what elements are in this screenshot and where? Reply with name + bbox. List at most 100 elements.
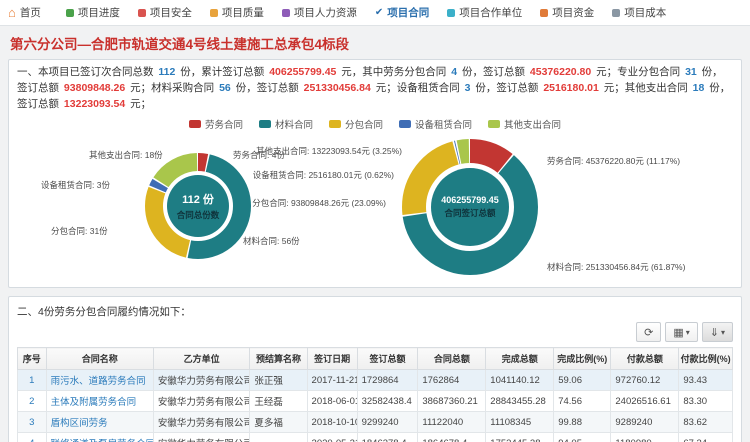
- column-header[interactable]: 合同名称: [46, 348, 153, 370]
- contract-name-link[interactable]: 盾构区间劳务: [46, 412, 153, 433]
- contract-count-link[interactable]: 112: [156, 66, 177, 78]
- cell: [250, 433, 307, 442]
- table-row: 4联络通道及泵房劳务合同安徽华力劳务有限公司2020-05-211846378.…: [18, 433, 733, 442]
- column-header[interactable]: 完成总额: [486, 348, 554, 370]
- column-header[interactable]: 完成比例(%): [554, 348, 611, 370]
- summary-text: 元；专业分包合同: [593, 66, 683, 78]
- column-header[interactable]: 序号: [18, 348, 47, 370]
- cell: 28843455.28: [486, 391, 554, 412]
- funds-icon: [540, 9, 548, 17]
- table-row: 2主体及附属劳务合同安徽华力劳务有限公司王经磊2018-06-013258243…: [18, 391, 733, 412]
- column-header[interactable]: 乙方单位: [153, 348, 250, 370]
- legend-swatch: [259, 120, 271, 128]
- cell: 2017-11-21: [307, 370, 357, 391]
- nav-home-label: 首页: [20, 5, 41, 20]
- cell: 1762864: [418, 370, 486, 391]
- summary-text: 份，累计签订总额: [177, 66, 267, 78]
- tab-hr[interactable]: 项目人力资源: [273, 0, 366, 25]
- section-heading: 二、4份劳务分包合同履约情况如下：: [17, 304, 733, 319]
- tab-quality[interactable]: 项目质量: [201, 0, 273, 25]
- row-index[interactable]: 1: [18, 370, 47, 391]
- contract-amount-value: 251330456.84: [302, 82, 373, 94]
- summary-text: 元；: [127, 98, 151, 110]
- column-header[interactable]: 合同总额: [418, 348, 486, 370]
- table-toolbar: ⟳ ▦ ▾ ⇓ ▾: [17, 322, 733, 342]
- contract-name-link[interactable]: 雨污水、道路劳务合同: [46, 370, 153, 391]
- contract-count-link[interactable]: 3: [463, 82, 473, 94]
- legend-label: 材料合同: [275, 117, 313, 131]
- export-button[interactable]: ⇓ ▾: [702, 322, 733, 342]
- cell: 安徽华力劳务有限公司: [153, 391, 250, 412]
- summary-text: 元；设备租赁合同: [373, 82, 463, 94]
- contract-count-link[interactable]: 31: [683, 66, 699, 78]
- legend-item[interactable]: 其他支出合同: [488, 117, 561, 131]
- column-header[interactable]: 预结算名称: [250, 348, 307, 370]
- contract-name-link[interactable]: 主体及附属劳务合同: [46, 391, 153, 412]
- row-index[interactable]: 4: [18, 433, 47, 442]
- nav-home[interactable]: ⌂ 首页: [8, 5, 41, 20]
- tab-label: 项目安全: [150, 5, 192, 20]
- pie-label: 设备租赁合同: 2516180.01元 (0.62%): [239, 169, 394, 181]
- tab-cost[interactable]: 项目成本: [603, 0, 675, 25]
- charts-row: 112 份 合同总份数 406255799.45 合同签订总额 劳务合同: 4份…: [17, 133, 733, 285]
- row-index[interactable]: 2: [18, 391, 47, 412]
- cell: 安徽华力劳务有限公司: [153, 370, 250, 391]
- legend-item[interactable]: 材料合同: [259, 117, 313, 131]
- quality-icon: [210, 9, 218, 17]
- column-header[interactable]: 付款总额: [611, 348, 679, 370]
- pie-label: 分包合同: 93809848.26元 (23.09%): [231, 197, 386, 209]
- table-row: 1雨污水、道路劳务合同安徽华力劳务有限公司张正强2017-11-21172986…: [18, 370, 733, 391]
- cell: 67.34: [679, 433, 733, 442]
- cell: 1846378.4: [357, 433, 418, 442]
- summary-text: 元；其他支出合同: [601, 82, 691, 94]
- page: ⌂ 首页 项目进度 项目安全项目质量 项目人力资源 ✔ 项目合同项目合作单位项目资金项目…: [0, 0, 750, 442]
- legend-item[interactable]: 劳务合同: [189, 117, 243, 131]
- contract-name-link[interactable]: 联络通道及泵房劳务合同: [46, 433, 153, 442]
- tab-label: 项目进度: [78, 5, 120, 20]
- cell: 83.30: [679, 391, 733, 412]
- summary-text: 份，签订总额: [459, 66, 528, 78]
- progress-icon: [66, 9, 74, 17]
- nav-tabs: 项目进度 项目安全项目质量 项目人力资源 ✔ 项目合同项目合作单位项目资金项目成本: [57, 0, 675, 25]
- cell: 1864678.4: [418, 433, 486, 442]
- refresh-button[interactable]: ⟳: [636, 322, 661, 342]
- contract-amount-chart: 406255799.45 合同签订总额: [402, 139, 538, 275]
- tab-contract[interactable]: ✔ 项目合同: [366, 0, 438, 25]
- column-header[interactable]: 签订日期: [307, 348, 357, 370]
- cell: 24026516.61: [611, 391, 679, 412]
- cell: 99.88: [554, 412, 611, 433]
- legend-swatch: [399, 120, 411, 128]
- donut-amount: [402, 139, 538, 275]
- contract-count-link[interactable]: 4: [449, 66, 459, 78]
- cell: 11108345: [486, 412, 554, 433]
- cell: 9299240: [357, 412, 418, 433]
- legend-swatch: [189, 120, 201, 128]
- tab-label: 项目合同: [387, 5, 429, 20]
- cell: 9289240: [611, 412, 679, 433]
- contract-count-link[interactable]: 18: [691, 82, 707, 94]
- legend-item[interactable]: 设备租赁合同: [399, 117, 472, 131]
- contract-amount-value: 406255799.45: [267, 66, 338, 78]
- summary-paragraph: 一、本项目已签订次合同总数 112 份，累计签订总额 406255799.45 …: [17, 65, 733, 112]
- legend-label: 设备租赁合同: [415, 117, 472, 131]
- contract-icon: ✔: [375, 8, 383, 18]
- row-index[interactable]: 3: [18, 412, 47, 433]
- legend-item[interactable]: 分包合同: [329, 117, 383, 131]
- table-header-row: 序号合同名称乙方单位预结算名称签订日期签订总额合同总额完成总额完成比例(%)付款…: [18, 348, 733, 370]
- tab-partners[interactable]: 项目合作单位: [438, 0, 531, 25]
- columns-icon: ▦: [673, 326, 683, 339]
- pie-label: 其他支出合同: 18份: [89, 149, 163, 161]
- pie-label: 分包合同: 31份: [51, 225, 108, 237]
- summary-panel: 一、本项目已签订次合同总数 112 份，累计签订总额 406255799.45 …: [8, 59, 742, 288]
- tab-label: 项目人力资源: [294, 5, 357, 20]
- cell: 94.05: [554, 433, 611, 442]
- column-header[interactable]: 付款比例(%): [679, 348, 733, 370]
- columns-button[interactable]: ▦ ▾: [665, 322, 697, 342]
- tab-progress[interactable]: 项目进度: [57, 0, 129, 25]
- column-header[interactable]: 签订总额: [357, 348, 418, 370]
- tab-safety[interactable]: 项目安全: [129, 0, 201, 25]
- export-icon: ⇓: [710, 326, 719, 339]
- contract-count-link[interactable]: 56: [217, 82, 233, 94]
- tab-funds[interactable]: 项目资金: [531, 0, 603, 25]
- legend-swatch: [488, 120, 500, 128]
